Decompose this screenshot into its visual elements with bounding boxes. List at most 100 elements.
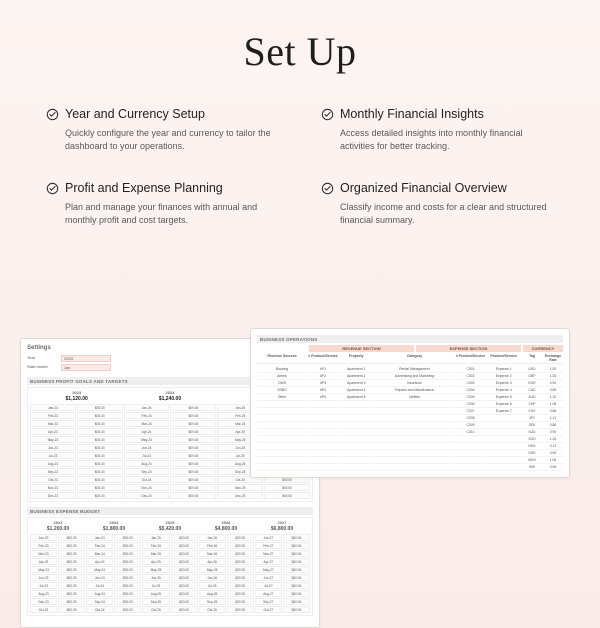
cell: Other [257, 394, 307, 401]
cell-month: Jan-24 [86, 534, 113, 541]
cell [257, 401, 307, 408]
cell-month: Nov-24 [124, 484, 170, 491]
cell [487, 464, 522, 471]
table-row: Booking#P1Apartment 1Rental ManagementC0… [257, 366, 563, 373]
cell: Expense 5 [487, 394, 522, 401]
cell-value: $00.00 [170, 468, 216, 475]
cell-value: $00.00 [283, 534, 310, 541]
year-label: 2024 [123, 390, 216, 395]
cell-month: May-26 [199, 566, 226, 573]
cell [339, 422, 374, 429]
cell-value: $00.00 [58, 534, 85, 541]
cell-month: Jun-23 [30, 444, 76, 451]
cell [308, 450, 338, 457]
cell-month: Jan-23 [30, 534, 57, 541]
cell [375, 429, 455, 436]
cell [375, 401, 455, 408]
cell-month: Jul-25 [142, 582, 169, 589]
year-label: 2026 [198, 520, 254, 525]
year-label: 2027 [254, 520, 310, 525]
cell-value: $00.00 [58, 606, 85, 613]
cell-month: Oct-24 [124, 476, 170, 483]
cell-value: $00.00 [227, 590, 254, 597]
cell-month: May-23 [30, 566, 57, 573]
cell-value: $00.00 [227, 542, 254, 549]
cell [257, 436, 307, 443]
cell-value: $00.00 [171, 550, 198, 557]
expense-section-head: BUSINESS EXPENSE BUDGET [27, 507, 313, 515]
cell: Booking [257, 366, 307, 373]
cell-month: Sep-25 [142, 598, 169, 605]
cell-value: $00.00 [170, 420, 216, 427]
table-row: NOK0.90 [257, 450, 563, 457]
cell-month: Jan-27 [255, 534, 282, 541]
cell: AUD [522, 394, 542, 401]
cell-value: $00.00 [170, 452, 216, 459]
cell: #P3 [308, 380, 338, 387]
table-row: C006Expense 6CHF1.08 [257, 401, 563, 408]
cell-month: Mar-24 [124, 420, 170, 427]
cell [375, 450, 455, 457]
cell [375, 457, 455, 464]
cell: HKD [522, 443, 542, 450]
cell-value: $00.00 [58, 574, 85, 581]
cell: Apartment 4 [339, 387, 374, 394]
cell: Apartment 5 [339, 394, 374, 401]
features-grid: Year and Currency Setup Quickly configur… [46, 107, 554, 227]
cell-month: Feb-27 [255, 542, 282, 549]
cell-month: Jun-24 [124, 444, 170, 451]
cell [257, 422, 307, 429]
table-row: C007Expense 7CNY0.86 [257, 408, 563, 415]
cell-value: $00.00 [171, 590, 198, 597]
cell: EUR [522, 380, 542, 387]
cell-month: Apr-24 [124, 428, 170, 435]
col-head: Tag [522, 353, 542, 364]
cell-value: $00.00 [170, 428, 216, 435]
cell-month: Sep-23 [30, 598, 57, 605]
cell-value: $00.00 [77, 436, 123, 443]
cell-value: $00.00 [264, 484, 310, 491]
cell: C010 [456, 429, 486, 436]
cell-month: Apr-25 [142, 558, 169, 565]
table-row: INR0.96 [257, 464, 563, 471]
cell: Expense 6 [487, 401, 522, 408]
group-expense: EXPENSE SECTION [416, 345, 521, 352]
cell [308, 457, 338, 464]
group-revenue: REVENUE SECTION [309, 345, 414, 352]
year-label: 2024 [86, 520, 142, 525]
cell: C009 [456, 422, 486, 429]
cell-month: Mar-27 [255, 550, 282, 557]
cell [308, 436, 338, 443]
cell: C004 [456, 387, 486, 394]
cell-value: $00.00 [58, 582, 85, 589]
cell-month: Feb-24 [86, 542, 113, 549]
cell: #P5 [308, 394, 338, 401]
cell: CHF [522, 401, 542, 408]
cell: 1.06 [543, 457, 563, 464]
cell [487, 429, 522, 436]
check-circle-icon [46, 182, 59, 195]
cell-value: $00.00 [58, 590, 85, 597]
cell-value: $00.00 [77, 420, 123, 427]
cell-value: $00.00 [77, 476, 123, 483]
cell-value: $00.00 [283, 558, 310, 565]
year-label: 2025 [142, 520, 198, 525]
field-value: 2023 [61, 355, 111, 362]
cell-value: $00.00 [170, 476, 216, 483]
cell: VRBO [257, 387, 307, 394]
cell-value: $00.00 [170, 460, 216, 467]
table-row: C009SEK0.86 [257, 422, 563, 429]
cell-month: Aug-25 [142, 590, 169, 597]
cell-value: $00.00 [171, 566, 198, 573]
cell [487, 450, 522, 457]
cell: 0.96 [543, 464, 563, 471]
cell-month: Apr-26 [199, 558, 226, 565]
cell [257, 408, 307, 415]
table-row: Airbnb#P2Apartment 2Advertising and Mark… [257, 373, 563, 380]
cell-value: $00.00 [58, 550, 85, 557]
cell-value: $00.00 [264, 492, 310, 499]
cell-month: May-25 [142, 566, 169, 573]
cell: USD [522, 366, 542, 373]
cell: 0.92 [543, 380, 563, 387]
cell [308, 422, 338, 429]
